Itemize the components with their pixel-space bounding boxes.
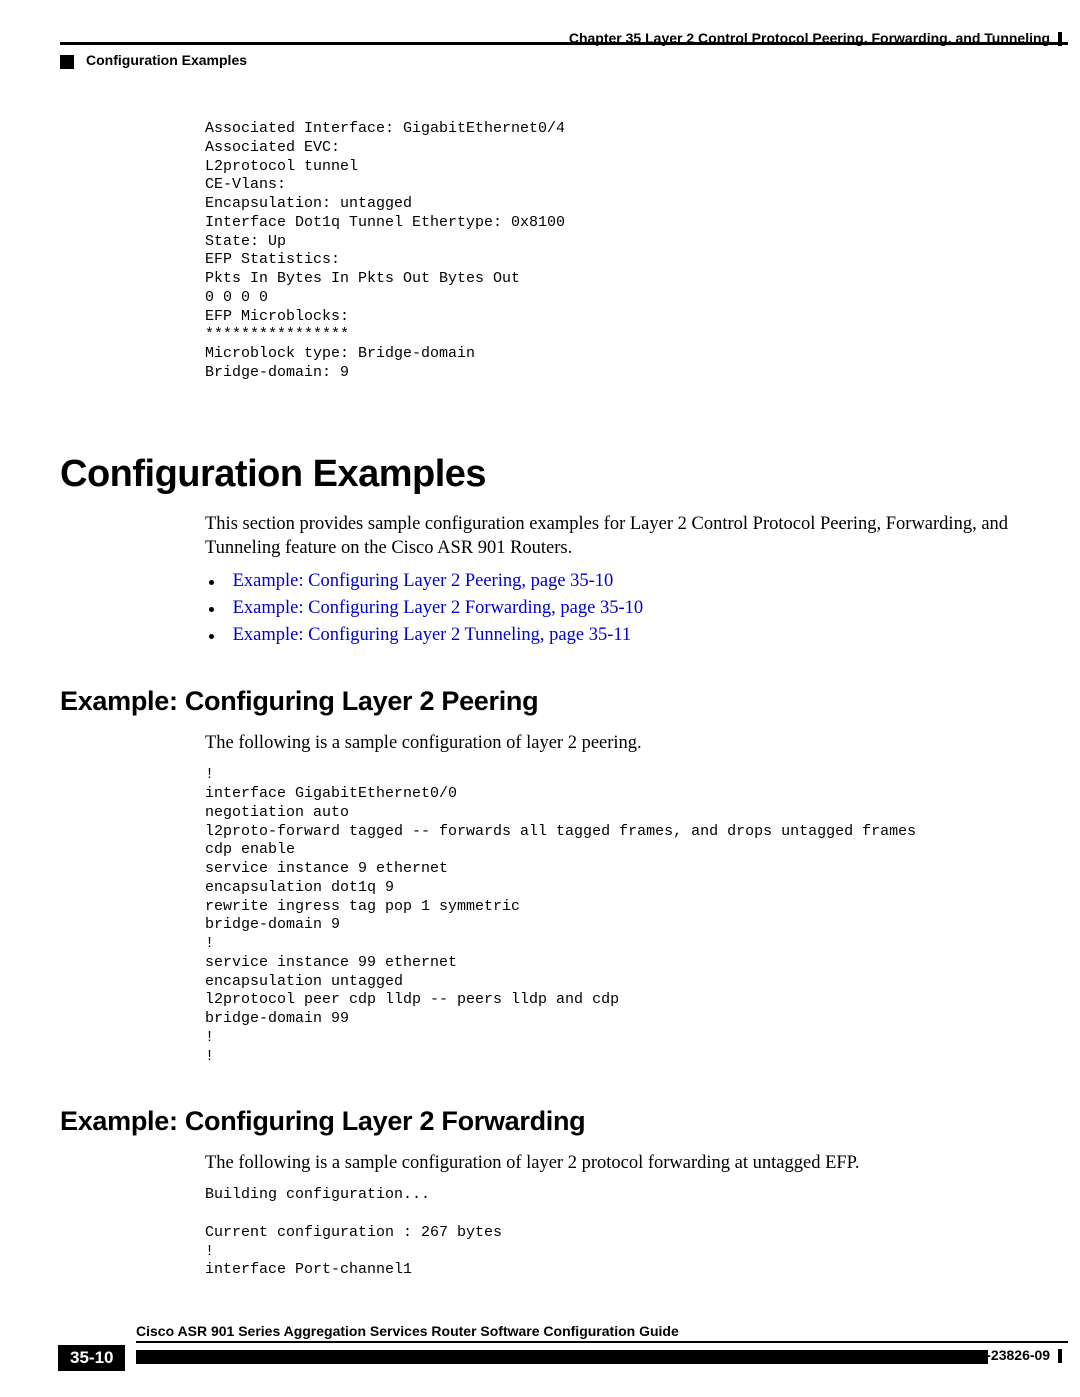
bullet-icon: [209, 607, 214, 612]
footer-row: 35-10 OL-23826-09: [58, 1345, 1068, 1369]
list-item: Example: Configuring Layer 2 Tunneling, …: [205, 625, 1020, 646]
code-forwarding: Building configuration... Current config…: [205, 1186, 1020, 1280]
heading-config-examples: Configuration Examples: [60, 453, 1020, 496]
footer-doc-id: OL-23826-09: [967, 1347, 1062, 1363]
header-rule: [60, 42, 1068, 45]
peering-intro: The following is a sample configuration …: [205, 731, 1020, 756]
link-tunneling[interactable]: Example: Configuring Layer 2 Tunneling, …: [233, 625, 632, 645]
footer-end-mark-icon: [1058, 1349, 1062, 1363]
heading-forwarding: Example: Configuring Layer 2 Forwarding: [60, 1106, 1020, 1137]
page-header: Chapter 35 Layer 2 Control Protocol Peer…: [60, 30, 1068, 70]
bullet-icon: [209, 634, 214, 639]
content: Associated Interface: GigabitEthernet0/4…: [60, 120, 1020, 1280]
footer-rule: [136, 1341, 1068, 1343]
code-output-efp: Associated Interface: GigabitEthernet0/4…: [205, 120, 1020, 383]
forwarding-intro: The following is a sample configuration …: [205, 1151, 1020, 1176]
page: Chapter 35 Layer 2 Control Protocol Peer…: [0, 0, 1080, 1397]
footer-doc-text: OL-23826-09: [967, 1347, 1050, 1363]
intro-paragraph: This section provides sample configurati…: [205, 512, 1020, 562]
header-square-icon: [60, 55, 74, 69]
page-number: 35-10: [58, 1345, 125, 1371]
code-peering: ! interface GigabitEthernet0/0 negotiati…: [205, 766, 1020, 1066]
list-item: Example: Configuring Layer 2 Forwarding,…: [205, 598, 1020, 619]
link-forwarding[interactable]: Example: Configuring Layer 2 Forwarding,…: [233, 598, 644, 618]
heading-peering: Example: Configuring Layer 2 Peering: [60, 686, 1020, 717]
bullet-icon: [209, 580, 214, 585]
header-section-row: Configuration Examples: [60, 52, 1068, 70]
footer-book-title: Cisco ASR 901 Series Aggregation Service…: [136, 1323, 1068, 1339]
link-list: Example: Configuring Layer 2 Peering, pa…: [205, 571, 1020, 646]
footer-bar-icon: [136, 1350, 988, 1364]
page-footer: Cisco ASR 901 Series Aggregation Service…: [58, 1323, 1068, 1369]
header-section-title: Configuration Examples: [86, 52, 247, 68]
link-peering[interactable]: Example: Configuring Layer 2 Peering, pa…: [233, 571, 614, 591]
list-item: Example: Configuring Layer 2 Peering, pa…: [205, 571, 1020, 592]
